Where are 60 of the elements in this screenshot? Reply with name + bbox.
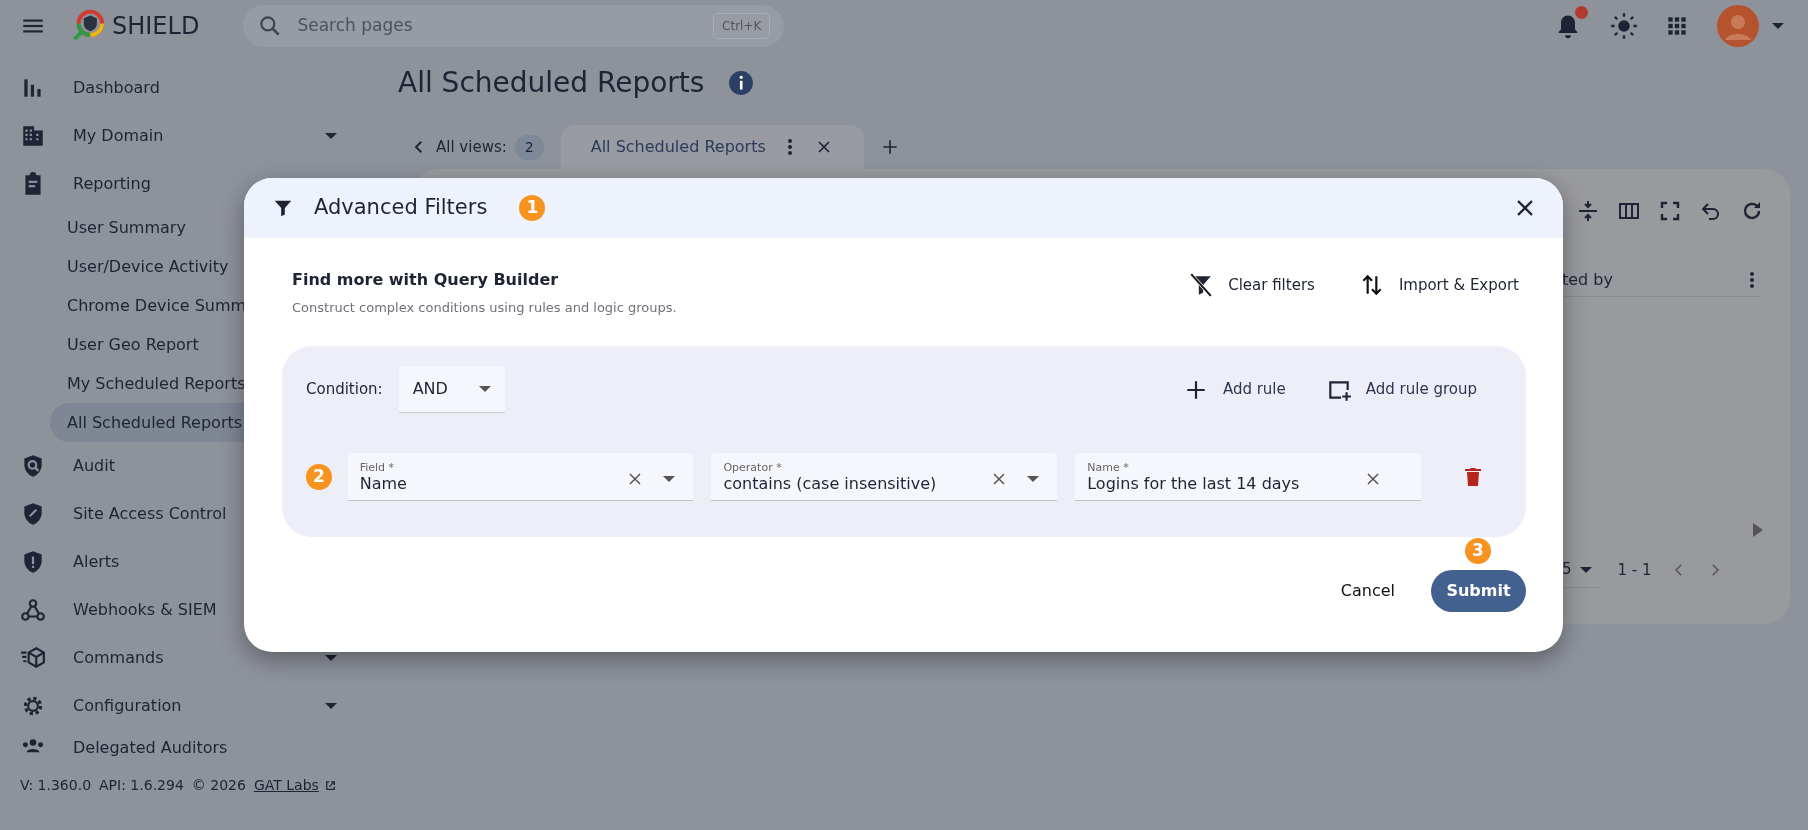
rule-field[interactable]: Field * Name	[347, 453, 694, 501]
sidebar-item[interactable]: Commands	[0, 634, 360, 682]
sidebar-item[interactable]: Alerts	[0, 538, 360, 586]
page-title: All Scheduled Reports	[398, 65, 705, 101]
all-views-button[interactable]: All views: 2	[398, 134, 544, 160]
info-icon[interactable]	[728, 70, 755, 96]
rule-field[interactable]: Name * Logins for the last 14 days	[1075, 453, 1421, 501]
sun-icon[interactable]	[1610, 12, 1638, 40]
sidebar-item[interactable]: Configuration	[0, 682, 360, 730]
section-heading: Find more with Query Builder	[292, 269, 560, 291]
company-link[interactable]: GAT Labs	[253, 775, 319, 796]
view-tab[interactable]: All Scheduled Reports	[560, 125, 864, 169]
version-text: V: 1.360.0	[20, 776, 92, 795]
section-description: Construct complex conditions using rules and logic groups.	[292, 299, 678, 317]
dialog-title: Advanced Filters	[314, 194, 488, 222]
field-label: Field *	[359, 462, 396, 475]
webhook-icon	[20, 597, 46, 623]
column-header: ted by	[1562, 268, 1613, 291]
caret-icon	[325, 703, 337, 709]
app-name: SHIELD	[112, 11, 200, 42]
fullscreen-icon[interactable]	[1658, 199, 1682, 223]
condition-select[interactable]: AND	[398, 366, 505, 413]
caret-icon[interactable]	[1027, 475, 1040, 482]
density-icon[interactable]	[1576, 199, 1600, 223]
field-label: Name *	[1087, 462, 1130, 475]
scroll-right-icon[interactable]	[1750, 521, 1764, 539]
toolbar-button[interactable]: Import & Export	[1350, 268, 1527, 302]
caret-icon[interactable]	[663, 475, 676, 482]
page-range: 1 - 1	[1617, 559, 1652, 581]
sidebar-item[interactable]: Dashboard	[0, 64, 360, 112]
field-label: Operator *	[723, 462, 783, 475]
caret-icon	[478, 386, 491, 392]
api-version-text: API: 1.6.294	[99, 776, 184, 795]
group-action-button[interactable]: Add rule group	[1317, 372, 1485, 407]
group-action-button[interactable]: Add rule	[1174, 372, 1294, 407]
caret-icon	[325, 655, 337, 661]
submit-button[interactable]: Submit	[1431, 570, 1526, 612]
rule-field[interactable]: Operator * contains (case insensitive)	[711, 453, 1058, 501]
shortcut-hint: Ctrl+K	[713, 13, 771, 39]
cancel-button[interactable]: Cancel	[1330, 573, 1405, 609]
building-icon	[20, 123, 46, 149]
field-value: Logins for the last 14 days	[1087, 474, 1301, 495]
caret-icon[interactable]	[1772, 23, 1784, 29]
annotation-marker: 3	[1465, 538, 1491, 564]
search-field[interactable]: Search pages Ctrl+K	[243, 5, 785, 47]
annotation-marker: 2	[306, 464, 332, 490]
sidebar-item[interactable]: My Domain	[0, 112, 360, 160]
sidebar-item[interactable]: Webhooks & SIEM	[0, 586, 360, 634]
sidebar-item[interactable]: Delegated Auditors	[0, 730, 360, 765]
view-count: 2	[514, 134, 544, 160]
cube-list-icon	[20, 645, 46, 671]
toolbar-button[interactable]: Clear filters	[1180, 268, 1323, 302]
condition-label: Condition:	[306, 379, 383, 401]
caret-icon	[1579, 566, 1592, 573]
field-value: contains (case insensitive)	[723, 474, 938, 495]
copyright-text: © 2026	[191, 776, 246, 795]
field-value: Name	[359, 474, 408, 495]
clear-filter-icon	[1188, 272, 1215, 298]
caret-icon	[325, 133, 337, 139]
annotation-marker: 1	[519, 195, 546, 221]
